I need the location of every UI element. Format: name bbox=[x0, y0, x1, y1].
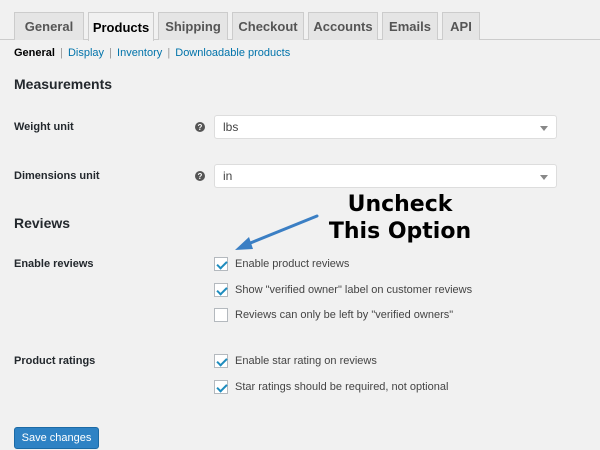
enable-product-reviews-checkbox[interactable] bbox=[214, 257, 228, 271]
tab-products[interactable]: Products bbox=[88, 12, 154, 41]
enable-product-reviews-option: Enable product reviews bbox=[214, 256, 349, 272]
chevron-down-icon bbox=[540, 126, 548, 131]
dimensions-unit-value: in bbox=[223, 169, 233, 183]
settings-tabs: General Products Shipping Checkout Accou… bbox=[0, 0, 600, 41]
weight-unit-label: Weight unit bbox=[14, 121, 74, 133]
chevron-down-icon bbox=[540, 175, 548, 180]
subnav-inventory[interactable]: Inventory bbox=[117, 47, 162, 59]
checkbox-label: Star ratings should be required, not opt… bbox=[235, 381, 449, 393]
tab-emails[interactable]: Emails bbox=[382, 12, 438, 40]
section-subnav: General | Display | Inventory | Download… bbox=[14, 47, 290, 59]
star-rating-required-option: Star ratings should be required, not opt… bbox=[214, 379, 448, 395]
subnav-display[interactable]: Display bbox=[68, 47, 104, 59]
tab-accounts[interactable]: Accounts bbox=[308, 12, 378, 40]
annotation-line-1: Uncheck bbox=[347, 192, 453, 217]
help-icon[interactable]: ? bbox=[195, 122, 205, 132]
tab-api[interactable]: API bbox=[442, 12, 480, 40]
enable-reviews-label: Enable reviews bbox=[14, 258, 94, 270]
verified-owners-only-option: Reviews can only be left by "verified ow… bbox=[214, 307, 453, 323]
tab-checkout[interactable]: Checkout bbox=[232, 12, 304, 40]
subnav-downloadable-products[interactable]: Downloadable products bbox=[175, 47, 290, 59]
weight-unit-value: lbs bbox=[223, 120, 239, 134]
annotation-line-2: This Option bbox=[328, 219, 472, 244]
subnav-separator: | bbox=[109, 47, 112, 59]
checkbox-label: Enable product reviews bbox=[235, 258, 350, 270]
enable-star-rating-option: Enable star rating on reviews bbox=[214, 353, 377, 369]
checkbox-label: Show "verified owner" label on customer … bbox=[235, 284, 473, 296]
subnav-separator: | bbox=[60, 47, 63, 59]
help-icon[interactable]: ? bbox=[195, 171, 205, 181]
verified-owner-label-checkbox[interactable] bbox=[214, 283, 228, 297]
weight-unit-select[interactable]: lbs bbox=[214, 115, 557, 139]
subnav-separator: | bbox=[167, 47, 171, 59]
tab-shipping[interactable]: Shipping bbox=[158, 12, 228, 40]
enable-star-rating-checkbox[interactable] bbox=[214, 354, 228, 368]
save-changes-button[interactable]: Save changes bbox=[14, 427, 99, 449]
arrow-icon bbox=[235, 214, 319, 250]
reviews-heading: Reviews bbox=[14, 215, 71, 231]
product-ratings-label: Product ratings bbox=[14, 355, 96, 367]
checkbox-label: Reviews can only be left by "verified ow… bbox=[235, 309, 454, 321]
verified-owner-label-option: Show "verified owner" label on customer … bbox=[214, 282, 472, 298]
checkbox-label: Enable star rating on reviews bbox=[235, 355, 377, 367]
tab-general[interactable]: General bbox=[14, 12, 84, 40]
measurements-heading: Measurements bbox=[14, 76, 113, 92]
star-rating-required-checkbox[interactable] bbox=[214, 380, 228, 394]
verified-owners-only-checkbox[interactable] bbox=[214, 308, 228, 322]
dimensions-unit-label: Dimensions unit bbox=[14, 170, 100, 182]
dimensions-unit-select[interactable]: in bbox=[214, 164, 557, 188]
subnav-general: General bbox=[14, 47, 55, 59]
annotation-text: Uncheck This Option bbox=[320, 191, 480, 245]
